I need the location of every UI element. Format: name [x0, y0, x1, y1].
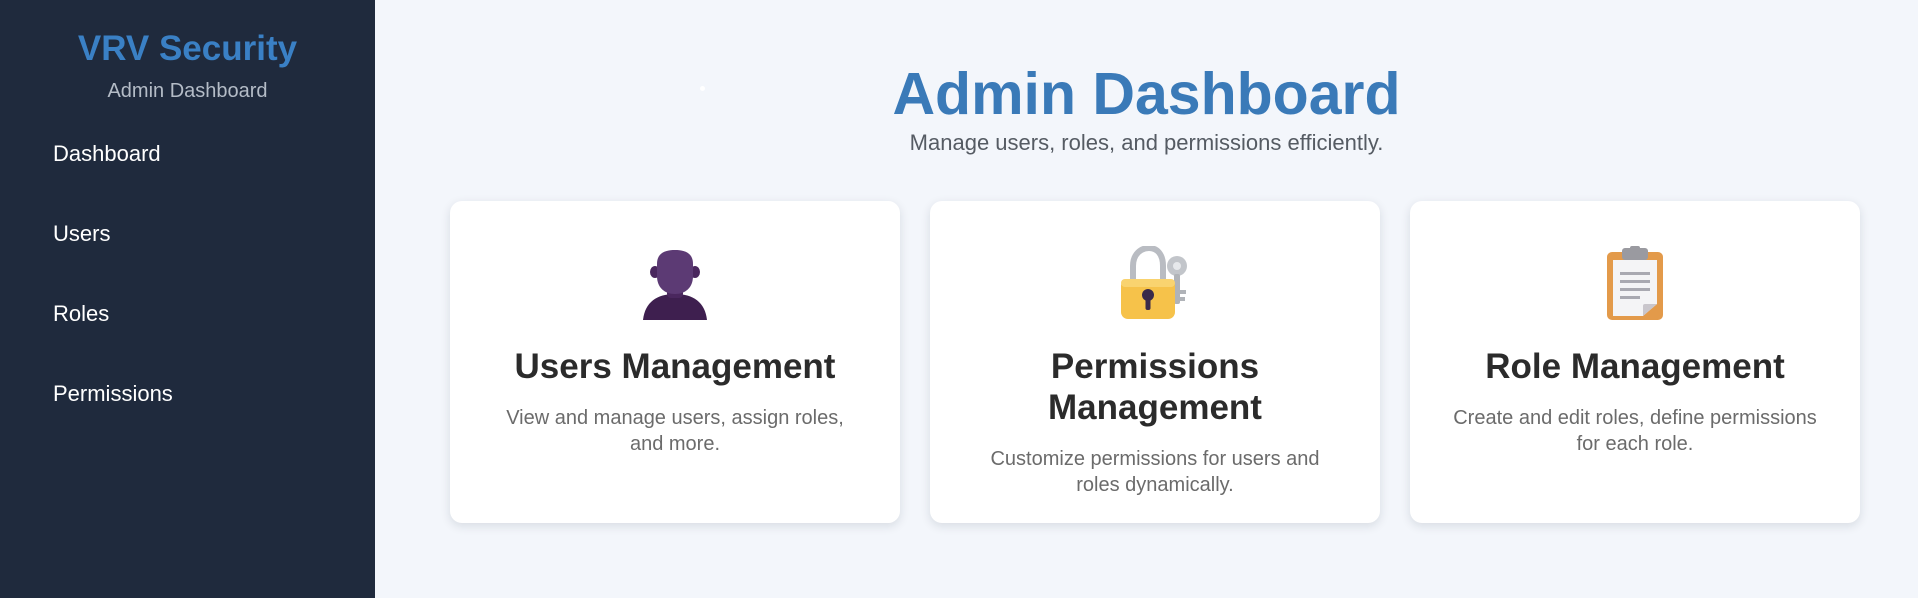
user-icon: [450, 248, 900, 320]
users-management-card[interactable]: Users Management View and manage users, …: [450, 201, 900, 523]
card-description: View and manage users, assign roles, and…: [506, 407, 844, 455]
lock-key-icon: [930, 246, 1380, 320]
page-title: Admin Dashboard: [892, 61, 1401, 127]
card-title: Role Management: [1485, 347, 1785, 386]
card-grid: Users Management View and manage users, …: [450, 201, 1860, 523]
card-title: Permissions Management: [1048, 347, 1262, 427]
page-subtitle: Manage users, roles, and permissions eff…: [909, 130, 1384, 155]
card-description: Create and edit roles, define permission…: [1453, 407, 1817, 455]
page-header: Admin Dashboard Manage users, roles, and…: [375, 62, 1918, 156]
sidebar: VRV Security Admin Dashboard Dashboard U…: [0, 0, 375, 598]
brand: VRV Security Admin Dashboard: [0, 0, 375, 103]
permissions-management-card[interactable]: Permissions Management Customize permiss…: [930, 201, 1380, 523]
main-content: Admin Dashboard Manage users, roles, and…: [375, 0, 1918, 598]
sidebar-nav: Dashboard Users Roles Permissions: [0, 136, 375, 456]
card-description: Customize permissions for users and role…: [990, 448, 1320, 496]
app: VRV Security Admin Dashboard Dashboard U…: [0, 0, 1918, 598]
clipboard-icon: [1410, 246, 1860, 320]
sidebar-item-users[interactable]: Users: [53, 216, 375, 296]
sidebar-item-roles[interactable]: Roles: [53, 296, 375, 376]
sidebar-item-permissions[interactable]: Permissions: [53, 376, 375, 456]
card-title: Users Management: [514, 347, 836, 386]
brand-subtitle: Admin Dashboard: [107, 80, 268, 102]
role-management-card[interactable]: Role Management Create and edit roles, d…: [1410, 201, 1860, 523]
brand-title: VRV Security: [77, 29, 298, 68]
sidebar-item-dashboard[interactable]: Dashboard: [53, 136, 375, 216]
